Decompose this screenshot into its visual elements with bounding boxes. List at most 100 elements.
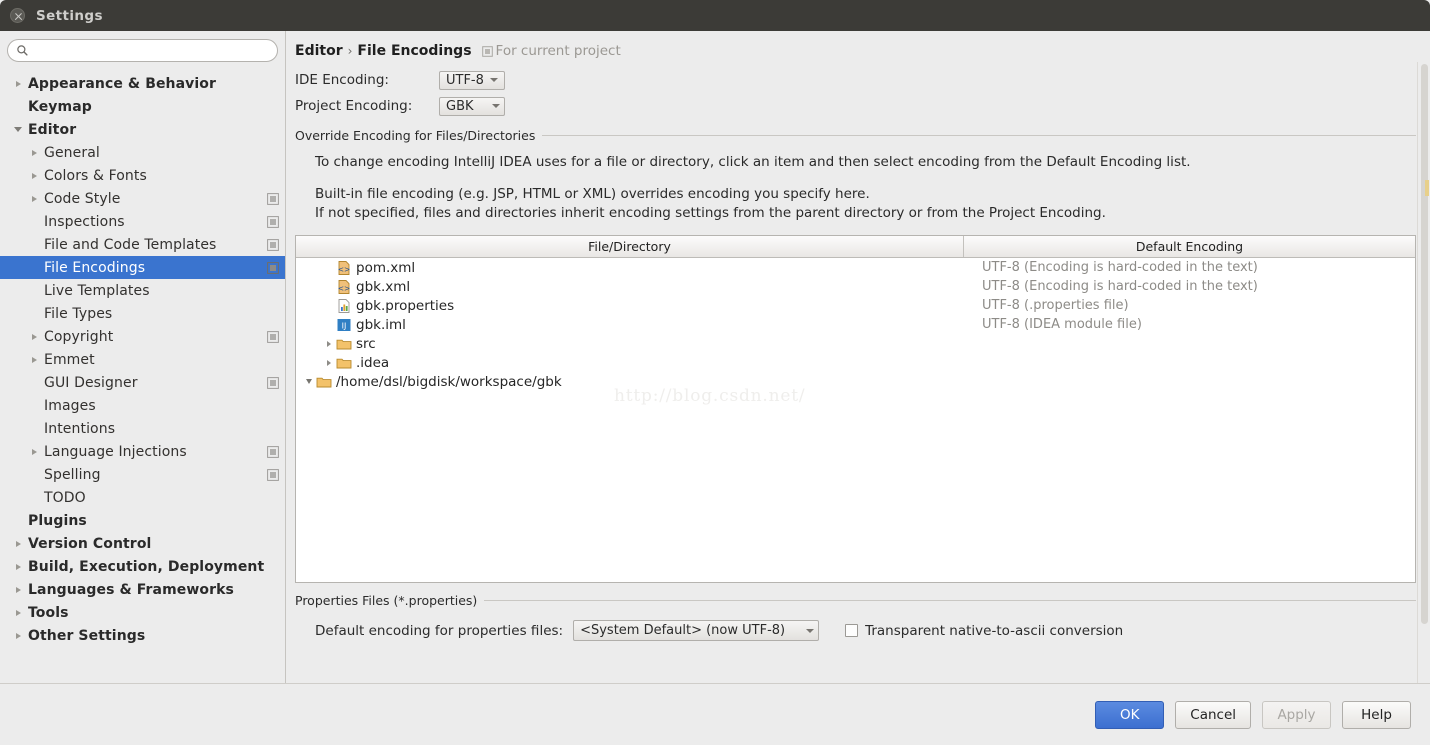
sidebar-item-general[interactable]: General (0, 141, 285, 164)
breadcrumb-separator-icon: › (347, 44, 353, 58)
svg-text:<>: <> (338, 284, 351, 293)
file-cell: src (296, 334, 964, 353)
encoding-cell[interactable]: UTF-8 (.properties file) (964, 298, 1415, 313)
sidebar-item-other-settings[interactable]: Other Settings (0, 624, 285, 647)
close-icon[interactable] (10, 8, 25, 23)
file-cell: <> gbk.xml (296, 277, 964, 296)
sidebar-item-file-and-code-templates[interactable]: File and Code Templates (0, 233, 285, 256)
sidebar-item-label: Spelling (44, 466, 101, 483)
encoding-cell[interactable]: UTF-8 (Encoding is hard-coded in the tex… (964, 260, 1415, 275)
native-to-ascii-checkbox[interactable] (845, 624, 859, 637)
sidebar-item-code-style[interactable]: Code Style (0, 187, 285, 210)
sidebar-item-languages-frameworks[interactable]: Languages & Frameworks (0, 578, 285, 601)
properties-encoding-label: Default encoding for properties files: (315, 622, 564, 639)
settings-window: Settings Appearance & Behavior Keymap Edit… (0, 0, 1430, 745)
chevron-right-icon[interactable] (26, 325, 42, 348)
properties-encoding-dropdown[interactable]: <System Default> (now UTF-8) (573, 620, 820, 641)
file-name: pom.xml (356, 259, 416, 276)
search-box[interactable] (7, 39, 278, 62)
sidebar-item-file-encodings[interactable]: File Encodings (0, 256, 285, 279)
folder-icon (336, 339, 352, 349)
table-row[interactable]: gbk.properties UTF-8 (.properties file) (296, 296, 1415, 315)
sidebar-item-label: File Encodings (44, 259, 146, 276)
chevron-down-icon[interactable] (302, 372, 316, 391)
chevron-down-icon (492, 104, 500, 108)
window-scrollbar[interactable] (1417, 62, 1430, 714)
sidebar-item-inspections[interactable]: Inspections (0, 210, 285, 233)
chevron-right-icon[interactable] (10, 532, 26, 555)
chevron-right-icon[interactable] (26, 164, 42, 187)
sidebar-item-build-execution-deployment[interactable]: Build, Execution, Deployment (0, 555, 285, 578)
table-row[interactable]: <> pom.xml UTF-8 (Encoding is hard-coded i… (296, 258, 1415, 277)
xml-file-icon: <> (338, 260, 350, 275)
sidebar-item-label: Inspections (44, 213, 125, 230)
sidebar-item-file-types[interactable]: File Types (0, 302, 285, 325)
search-input[interactable] (29, 43, 277, 58)
file-encodings-table[interactable]: File/Directory Default Encoding <> pom.xm… (295, 235, 1416, 583)
chevron-right-icon[interactable] (322, 353, 336, 372)
chevron-right-icon[interactable] (10, 555, 26, 578)
ok-button[interactable]: OK (1095, 700, 1165, 729)
column-header-encoding[interactable]: Default Encoding (964, 236, 1415, 257)
sidebar-item-label: Code Style (44, 190, 121, 207)
table-row[interactable]: <> gbk.xml UTF-8 (Encoding is hard-coded i… (296, 277, 1415, 296)
sidebar-item-images[interactable]: Images (0, 394, 285, 417)
settings-sidebar: Appearance & Behavior Keymap Editor General… (0, 31, 286, 683)
sidebar-item-spelling[interactable]: Spelling (0, 463, 285, 486)
chevron-right-icon[interactable] (26, 440, 42, 463)
sidebar-item-live-templates[interactable]: Live Templates (0, 279, 285, 302)
sidebar-item-language-injections[interactable]: Language Injections (0, 440, 285, 463)
project-scope-icon (267, 445, 279, 458)
sidebar-item-label: File and Code Templates (44, 236, 217, 253)
title-bar: Settings (0, 0, 1430, 31)
file-name: gbk.xml (356, 278, 411, 295)
apply-button[interactable]: Apply (1262, 700, 1331, 729)
cancel-button[interactable]: Cancel (1175, 700, 1251, 729)
breadcrumb-note: For current project (481, 43, 621, 59)
sidebar-item-copyright[interactable]: Copyright (0, 325, 285, 348)
search-container (0, 31, 285, 66)
sidebar-item-keymap[interactable]: Keymap (0, 95, 285, 118)
chevron-right-icon[interactable] (10, 601, 26, 624)
sidebar-item-tools[interactable]: Tools (0, 601, 285, 624)
properties-files-group: Properties Files (*.properties) Default … (295, 593, 1416, 641)
sidebar-item-editor[interactable]: Editor (0, 118, 285, 141)
chevron-right-icon[interactable] (10, 72, 26, 95)
chevron-down-icon[interactable] (10, 118, 26, 141)
sidebar-item-appearance-behavior[interactable]: Appearance & Behavior (0, 72, 285, 95)
chevron-right-icon[interactable] (10, 578, 26, 601)
scrollbar-thumb[interactable] (1421, 64, 1428, 624)
scrollbar-marker (1425, 180, 1429, 196)
chevron-right-icon[interactable] (322, 334, 336, 353)
sidebar-item-emmet[interactable]: Emmet (0, 348, 285, 371)
breadcrumb-parent[interactable]: Editor (295, 43, 343, 59)
sidebar-item-colors-fonts[interactable]: Colors & Fonts (0, 164, 285, 187)
project-encoding-dropdown[interactable]: GBK (439, 96, 505, 116)
native-to-ascii-checkbox-row[interactable]: Transparent native-to-ascii conversion (845, 623, 1123, 639)
help-button[interactable]: Help (1342, 700, 1411, 729)
table-row[interactable]: .idea (296, 353, 1415, 372)
sidebar-item-label: Emmet (44, 351, 95, 368)
search-icon (17, 45, 28, 56)
sidebar-item-intentions[interactable]: Intentions (0, 417, 285, 440)
chevron-right-icon[interactable] (26, 187, 42, 210)
encoding-cell[interactable]: UTF-8 (Encoding is hard-coded in the tex… (964, 279, 1415, 294)
encoding-cell[interactable]: UTF-8 (IDEA module file) (964, 317, 1415, 332)
project-encoding-label: Project Encoding: (295, 98, 413, 114)
chevron-right-icon[interactable] (10, 624, 26, 647)
column-header-file[interactable]: File/Directory (296, 236, 964, 257)
sidebar-item-gui-designer[interactable]: GUI Designer (0, 371, 285, 394)
chevron-right-icon[interactable] (26, 141, 42, 164)
ide-encoding-dropdown[interactable]: UTF-8 (439, 70, 505, 90)
table-row[interactable]: IJ gbk.iml UTF-8 (IDEA module file) (296, 315, 1415, 334)
sidebar-item-version-control[interactable]: Version Control (0, 532, 285, 555)
sidebar-item-todo[interactable]: TODO (0, 486, 285, 509)
sidebar-item-label: Copyright (44, 328, 114, 345)
chevron-right-icon[interactable] (26, 348, 42, 371)
table-row[interactable]: src (296, 334, 1415, 353)
sidebar-item-label: File Types (44, 305, 113, 322)
table-row[interactable]: /home/dsl/bigdisk/workspace/gbk (296, 372, 1415, 391)
sidebar-item-plugins[interactable]: Plugins (0, 509, 285, 532)
breadcrumb: Editor › File Encodings For current proj… (295, 43, 1416, 59)
ide-encoding-row: IDE Encoding: UTF-8 (295, 68, 1416, 92)
